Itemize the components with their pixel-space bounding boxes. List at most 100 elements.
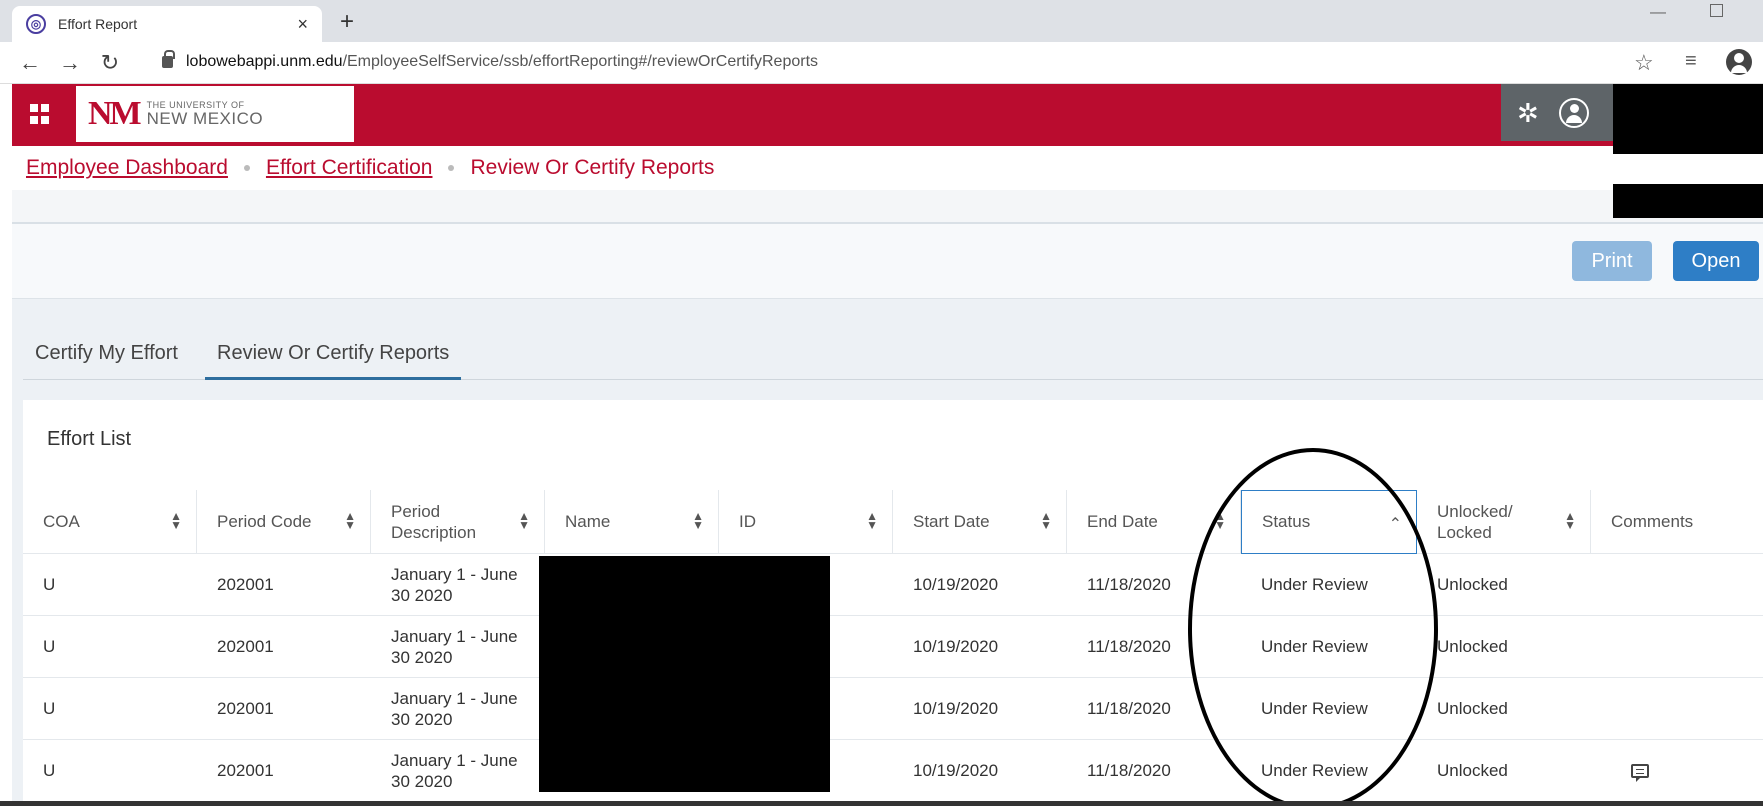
column-period-code[interactable]: Period Code ▲ ▼ xyxy=(197,490,371,554)
breadcrumb-employee-dashboard[interactable]: Employee Dashboard xyxy=(26,156,228,180)
sort-icon: ▲ ▼ xyxy=(1214,509,1226,532)
cell-end-date: 11/18/2020 xyxy=(1087,761,1171,781)
url-host: lobowebappi.unm.edu xyxy=(186,53,343,70)
tab-certify-my-effort[interactable]: Certify My Effort xyxy=(23,342,190,380)
cell-start-date: 10/19/2020 xyxy=(913,761,999,781)
sort-icon: ▲ ▼ xyxy=(518,509,530,532)
redacted-name-id xyxy=(539,556,830,792)
effort-list-title: Effort List xyxy=(47,428,132,450)
table-header: COA ▲ ▼ Period Code ▲ ▼ Period Description ▲ ▼… xyxy=(23,490,1763,554)
cell-status: Under Review xyxy=(1261,699,1368,719)
cell-period-description: January 1 - June 30 2020 xyxy=(391,750,518,791)
page: ◎ Effort Report × + — ← → ↻ lobowebappi.… xyxy=(0,0,1763,806)
table-row[interactable]: U 202001 January 1 - June 30 2020 10/19/… xyxy=(23,678,1763,740)
favicon-icon: ◎ xyxy=(26,14,46,34)
cell-locked: Unlocked xyxy=(1437,699,1508,719)
column-id[interactable]: ID ▲ ▼ xyxy=(719,490,893,554)
cell-coa: U xyxy=(43,637,56,657)
star-icon[interactable]: ☆ xyxy=(1634,50,1654,76)
cell-comments xyxy=(1611,740,1649,802)
column-start-date[interactable]: Start Date ▲ ▼ xyxy=(893,490,1067,554)
bottom-border xyxy=(0,801,1763,806)
breadcrumb-separator xyxy=(448,165,455,171)
column-name[interactable]: Name ▲ ▼ xyxy=(545,490,719,554)
table-row[interactable]: U 202001 January 1 - June 30 2020 10/19/… xyxy=(23,740,1763,802)
breadcrumb: Employee Dashboard Effort Certification … xyxy=(26,156,714,180)
sort-icon: ▲ ▼ xyxy=(1564,509,1576,532)
cell-start-date: 10/19/2020 xyxy=(913,637,999,657)
column-status[interactable]: Status ⌃ xyxy=(1241,490,1417,554)
browser-tab[interactable]: ◎ Effort Report × xyxy=(12,6,322,42)
logo-big-text: NEW MEXICO xyxy=(146,109,264,128)
url-path: /EmployeeSelfService/ssb/effortReporting… xyxy=(342,53,819,70)
forward-arrow-icon[interactable]: → xyxy=(50,50,90,76)
maximize-icon[interactable] xyxy=(1710,4,1723,17)
cell-coa: U xyxy=(43,575,56,595)
sort-icon: ▲ ▼ xyxy=(1040,509,1052,532)
tab-review-or-certify-reports[interactable]: Review Or Certify Reports xyxy=(205,342,462,380)
tabs: Certify My Effort Review Or Certify Repo… xyxy=(23,330,1763,380)
action-toolbar: Print Open xyxy=(12,224,1763,299)
cell-period-code: 202001 xyxy=(217,575,274,595)
minimize-icon[interactable]: — xyxy=(1650,4,1666,22)
cell-period-code: 202001 xyxy=(217,761,274,781)
cell-locked: Unlocked xyxy=(1437,637,1508,657)
breadcrumb-current: Review Or Certify Reports xyxy=(470,156,715,179)
table-row[interactable]: U 202001 January 1 - June 30 2020 10/19/… xyxy=(23,616,1763,678)
breadcrumb-subbar xyxy=(12,190,1763,224)
url-field[interactable]: lobowebappi.unm.edu/EmployeeSelfService/… xyxy=(186,53,818,71)
column-unlocked-locked[interactable]: Unlocked/ Locked ▲ ▼ xyxy=(1417,490,1591,554)
address-bar: ← → ↻ lobowebappi.unm.edu/EmployeeSelfSe… xyxy=(0,42,1763,84)
cell-status: Under Review xyxy=(1261,761,1368,781)
sort-ascending-icon: ⌃ xyxy=(1388,516,1402,533)
cell-period-description: January 1 - June 30 2020 xyxy=(391,626,518,667)
cell-end-date: 11/18/2020 xyxy=(1087,575,1171,595)
cell-end-date: 11/18/2020 xyxy=(1087,699,1171,719)
column-comments: Comments xyxy=(1611,512,1694,532)
cell-status: Under Review xyxy=(1261,637,1368,657)
sort-icon: ▲ ▼ xyxy=(170,509,182,532)
sort-icon: ▲ ▼ xyxy=(866,509,878,532)
browser-tab-bar: ◎ Effort Report × + — xyxy=(0,0,1763,42)
column-coa[interactable]: COA ▲ ▼ xyxy=(23,490,197,554)
app-header: NM THE UNIVERSITY OF NEW MEXICO ✲ xyxy=(12,84,1763,146)
cell-period-code: 202001 xyxy=(217,699,274,719)
profile-icon[interactable] xyxy=(1726,49,1752,75)
cell-end-date: 11/18/2020 xyxy=(1087,637,1171,657)
unm-logo[interactable]: NM THE UNIVERSITY OF NEW MEXICO xyxy=(76,86,354,142)
reading-list-icon[interactable]: ≡ xyxy=(1685,50,1697,73)
comment-icon[interactable] xyxy=(1631,764,1649,782)
column-period-description[interactable]: Period Description ▲ ▼ xyxy=(371,490,545,554)
tab-title: Effort Report xyxy=(58,16,138,32)
table-row[interactable]: U 202001 January 1 - June 30 2020 10/19/… xyxy=(23,554,1763,616)
breadcrumb-effort-certification[interactable]: Effort Certification xyxy=(266,156,433,180)
logo-mark: NM xyxy=(88,95,142,132)
reload-icon[interactable]: ↻ xyxy=(90,50,130,76)
apps-grid-icon[interactable] xyxy=(30,104,50,124)
effort-list-card: Effort List COA ▲ ▼ Period Code ▲ ▼ Period D… xyxy=(23,400,1763,806)
cell-locked: Unlocked xyxy=(1437,575,1508,595)
new-tab-button[interactable]: + xyxy=(340,8,354,36)
cell-locked: Unlocked xyxy=(1437,761,1508,781)
column-end-date[interactable]: End Date ▲ ▼ xyxy=(1067,490,1241,554)
sort-icon: ▲ ▼ xyxy=(344,509,356,532)
gear-icon[interactable]: ✲ xyxy=(1517,98,1539,129)
cell-status: Under Review xyxy=(1261,575,1368,595)
cell-period-description: January 1 - June 30 2020 xyxy=(391,564,518,605)
cell-period-code: 202001 xyxy=(217,637,274,657)
cell-start-date: 10/19/2020 xyxy=(913,699,999,719)
print-button[interactable]: Print xyxy=(1572,241,1652,281)
cell-start-date: 10/19/2020 xyxy=(913,575,999,595)
breadcrumb-separator xyxy=(243,165,250,171)
cell-coa: U xyxy=(43,699,56,719)
sort-icon: ▲ ▼ xyxy=(692,509,704,532)
open-button[interactable]: Open xyxy=(1673,241,1759,281)
redacted-info xyxy=(1613,184,1763,218)
back-arrow-icon[interactable]: ← xyxy=(10,50,50,76)
redacted-user-name xyxy=(1613,84,1763,154)
cell-period-description: January 1 - June 30 2020 xyxy=(391,688,518,729)
user-icon[interactable] xyxy=(1559,98,1589,128)
close-icon[interactable]: × xyxy=(297,14,308,35)
lock-icon[interactable] xyxy=(162,50,175,68)
cell-coa: U xyxy=(43,761,56,781)
